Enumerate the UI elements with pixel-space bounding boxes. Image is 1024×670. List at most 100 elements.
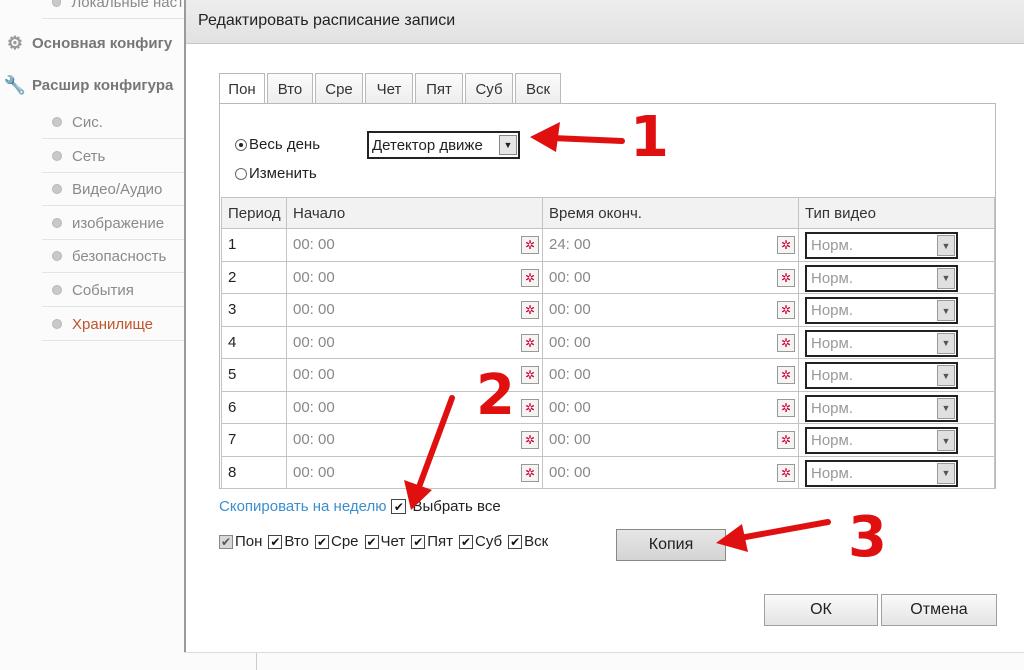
all-day-radio[interactable] bbox=[235, 138, 247, 151]
clock-icon[interactable]: ✲ bbox=[777, 463, 795, 482]
day-checkbox[interactable]: ✔ bbox=[314, 534, 329, 549]
clock-icon[interactable]: ✲ bbox=[777, 366, 795, 384]
copy-button[interactable]: Копия bbox=[616, 529, 726, 561]
tab-fri[interactable]: Пят bbox=[415, 73, 463, 104]
video-type-select[interactable]: Норм. ▼ bbox=[805, 394, 958, 422]
day-checkbox[interactable]: ✔ bbox=[508, 534, 523, 549]
sidebar-item-security[interactable]: безопасность bbox=[42, 240, 184, 273]
chevron-down-icon[interactable]: ▼ bbox=[499, 135, 517, 155]
video-type-select[interactable]: Норм. ▼ bbox=[805, 264, 958, 292]
clock-icon[interactable]: ✲ bbox=[521, 301, 539, 319]
end-time-value[interactable]: 00: 00 bbox=[549, 269, 591, 286]
dialog-titlebar[interactable]: Редактировать расписание записи bbox=[186, 0, 1024, 44]
copy-day-option[interactable]: ✔ Чет bbox=[364, 533, 405, 550]
clock-icon[interactable]: ✲ bbox=[521, 268, 539, 287]
edit-option[interactable]: Изменить bbox=[235, 165, 317, 182]
tab-thu[interactable]: Чет bbox=[365, 73, 413, 104]
end-time-cell[interactable]: 24: 00 ✲ bbox=[542, 228, 799, 262]
start-time-value[interactable]: 00: 00 bbox=[293, 366, 335, 383]
clock-icon[interactable]: ✲ bbox=[521, 333, 539, 352]
sidebar-item-image[interactable]: изображение bbox=[42, 207, 184, 240]
start-time-value[interactable]: 00: 00 bbox=[293, 236, 335, 253]
start-time-value[interactable]: 00: 00 bbox=[293, 301, 335, 318]
tab-tue[interactable]: Вто bbox=[267, 73, 313, 104]
copy-day-option[interactable]: ✔ Вто bbox=[268, 533, 309, 550]
video-type-select[interactable]: Норм. ▼ bbox=[805, 329, 958, 357]
copy-day-option[interactable]: ✔ Сре bbox=[314, 533, 359, 550]
tab-sun[interactable]: Вск bbox=[515, 73, 561, 104]
cancel-button[interactable]: Отмена bbox=[881, 594, 997, 626]
end-time-value[interactable]: 24: 00 bbox=[549, 236, 591, 253]
sidebar-item-video-audio[interactable]: Видео/Аудио bbox=[42, 173, 184, 206]
day-checkbox[interactable]: ✔ bbox=[411, 534, 426, 549]
sidebar-item-events[interactable]: События bbox=[42, 274, 184, 307]
clock-icon[interactable]: ✲ bbox=[521, 398, 539, 417]
end-time-value[interactable]: 00: 00 bbox=[549, 431, 591, 448]
clock-icon[interactable]: ✲ bbox=[777, 333, 795, 352]
start-time-value[interactable]: 00: 00 bbox=[293, 399, 335, 416]
video-type-select[interactable]: Норм. ▼ bbox=[805, 459, 958, 487]
sidebar-item-storage[interactable]: Хранилище bbox=[42, 308, 184, 341]
start-time-value[interactable]: 00: 00 bbox=[293, 464, 335, 481]
end-time-value[interactable]: 00: 00 bbox=[549, 464, 591, 481]
record-type-select[interactable]: Детектор движе ▼ bbox=[367, 131, 520, 159]
start-time-cell[interactable]: 00: 00 ✲ bbox=[286, 228, 543, 262]
clock-icon[interactable]: ✲ bbox=[521, 463, 539, 482]
sidebar-group-basic-config[interactable]: ⚙ Основная конфигу bbox=[0, 28, 172, 58]
all-day-option[interactable]: Весь день bbox=[235, 136, 320, 153]
edit-radio[interactable] bbox=[235, 167, 247, 180]
end-time-cell[interactable]: 00: 00 ✲ bbox=[542, 293, 799, 327]
end-time-cell[interactable]: 00: 00 ✲ bbox=[542, 390, 799, 424]
start-time-cell[interactable]: 00: 00 ✲ bbox=[286, 423, 543, 457]
start-time-value[interactable]: 00: 00 bbox=[293, 334, 335, 351]
select-all-checkbox[interactable]: ✔ bbox=[391, 499, 407, 514]
chevron-down-icon[interactable]: ▼ bbox=[937, 397, 955, 419]
end-time-value[interactable]: 00: 00 bbox=[549, 334, 591, 351]
day-checkbox[interactable]: ✔ bbox=[364, 534, 379, 549]
start-time-value[interactable]: 00: 00 bbox=[293, 269, 335, 286]
clock-icon[interactable]: ✲ bbox=[521, 366, 539, 384]
copy-day-option[interactable]: ✔ Вск bbox=[508, 533, 548, 550]
video-type-select[interactable]: Норм. ▼ bbox=[805, 297, 958, 324]
clock-icon[interactable]: ✲ bbox=[777, 268, 795, 287]
start-time-value[interactable]: 00: 00 bbox=[293, 431, 335, 448]
sidebar-group-advanced-config[interactable]: 🔧 Расшир конфигура bbox=[0, 70, 174, 100]
end-time-cell[interactable]: 00: 00 ✲ bbox=[542, 358, 799, 392]
ok-button[interactable]: ОК bbox=[764, 594, 878, 626]
clock-icon[interactable]: ✲ bbox=[521, 236, 539, 254]
copy-to-week-link[interactable]: Скопировать на неделю bbox=[219, 498, 386, 515]
copy-day-option[interactable]: ✔ Суб bbox=[459, 533, 502, 550]
end-time-cell[interactable]: 00: 00 ✲ bbox=[542, 423, 799, 457]
start-time-cell[interactable]: 00: 00 ✲ bbox=[286, 293, 543, 327]
copy-day-option[interactable]: ✔ Пон bbox=[219, 533, 262, 550]
tab-sat[interactable]: Суб bbox=[465, 73, 513, 104]
chevron-down-icon[interactable]: ▼ bbox=[937, 430, 955, 451]
clock-icon[interactable]: ✲ bbox=[777, 301, 795, 319]
end-time-cell[interactable]: 00: 00 ✲ bbox=[542, 260, 799, 294]
copy-day-option[interactable]: ✔ Пят bbox=[411, 533, 453, 550]
start-time-cell[interactable]: 00: 00 ✲ bbox=[286, 260, 543, 294]
video-type-select[interactable]: Норм. ▼ bbox=[805, 427, 958, 454]
chevron-down-icon[interactable]: ▼ bbox=[937, 235, 955, 256]
end-time-value[interactable]: 00: 00 bbox=[549, 399, 591, 416]
chevron-down-icon[interactable]: ▼ bbox=[937, 332, 955, 354]
end-time-value[interactable]: 00: 00 bbox=[549, 301, 591, 318]
video-type-select[interactable]: Норм. ▼ bbox=[805, 362, 958, 389]
end-time-value[interactable]: 00: 00 bbox=[549, 366, 591, 383]
clock-icon[interactable]: ✲ bbox=[777, 431, 795, 449]
clock-icon[interactable]: ✲ bbox=[777, 398, 795, 417]
end-time-cell[interactable]: 00: 00 ✲ bbox=[542, 325, 799, 359]
chevron-down-icon[interactable]: ▼ bbox=[937, 462, 955, 484]
tab-mon[interactable]: Пон bbox=[219, 73, 265, 105]
chevron-down-icon[interactable]: ▼ bbox=[937, 365, 955, 386]
start-time-cell[interactable]: 00: 00 ✲ bbox=[286, 455, 543, 489]
start-time-cell[interactable]: 00: 00 ✲ bbox=[286, 325, 543, 359]
sidebar-item-local-settings[interactable]: Локальные наст bbox=[42, 0, 184, 19]
tab-wed[interactable]: Сре bbox=[315, 73, 363, 104]
day-checkbox[interactable]: ✔ bbox=[459, 534, 474, 549]
day-checkbox[interactable]: ✔ bbox=[268, 534, 283, 549]
sidebar-item-system[interactable]: Сис. bbox=[42, 106, 184, 139]
chevron-down-icon[interactable]: ▼ bbox=[937, 300, 955, 321]
video-type-select[interactable]: Норм. ▼ bbox=[805, 232, 958, 259]
clock-icon[interactable]: ✲ bbox=[777, 236, 795, 254]
